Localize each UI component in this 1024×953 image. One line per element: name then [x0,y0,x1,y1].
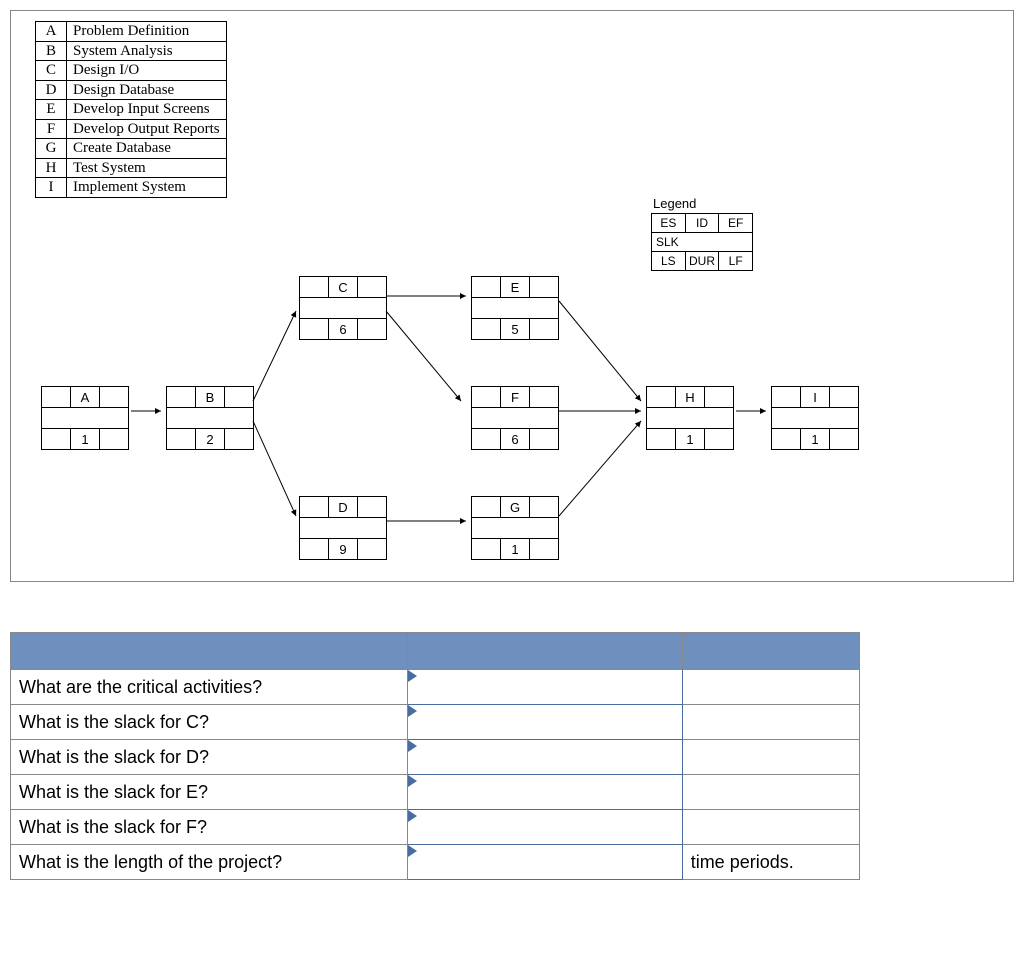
table-row: What is the length of the project? time … [11,845,860,880]
diagram-frame: AProblem Definition BSystem Analysis CDe… [10,10,1014,582]
node-B: B 2 [166,386,254,450]
node-F: F 6 [471,386,559,450]
questions-table: What are the critical activities? What i… [10,632,860,880]
answer-cell[interactable] [408,775,682,810]
table-row: What is the slack for F? [11,810,860,845]
node-H: H 1 [646,386,734,450]
table-row: FDevelop Output Reports [36,119,227,139]
table-row: GCreate Database [36,139,227,159]
answer-cell[interactable] [408,740,682,775]
legend: Legend ES ID EF SLK LS DUR LF [651,196,753,271]
table-row: IImplement System [36,178,227,198]
answer-cell[interactable] [408,670,682,705]
table-row: DDesign Database [36,80,227,100]
node-G: G 1 [471,496,559,560]
table-row: What are the critical activities? [11,670,860,705]
node-A: A 1 [41,386,129,450]
node-I: I 1 [771,386,859,450]
table-row: What is the slack for E? [11,775,860,810]
table-row: BSystem Analysis [36,41,227,61]
answer-cell[interactable] [408,705,682,740]
node-D: D 9 [299,496,387,560]
table-row: AProblem Definition [36,22,227,42]
node-C: C 6 [299,276,387,340]
table-row: HTest System [36,158,227,178]
table-row: What is the slack for C? [11,705,860,740]
node-E: E 5 [471,276,559,340]
answer-cell[interactable] [408,810,682,845]
legend-grid: ES ID EF SLK LS DUR LF [651,213,753,271]
table-row: CDesign I/O [36,61,227,81]
table-row: EDevelop Input Screens [36,100,227,120]
table-row: What is the slack for D? [11,740,860,775]
answer-cell[interactable] [408,845,682,880]
activity-key-table: AProblem Definition BSystem Analysis CDe… [35,21,227,198]
legend-title: Legend [653,196,753,211]
